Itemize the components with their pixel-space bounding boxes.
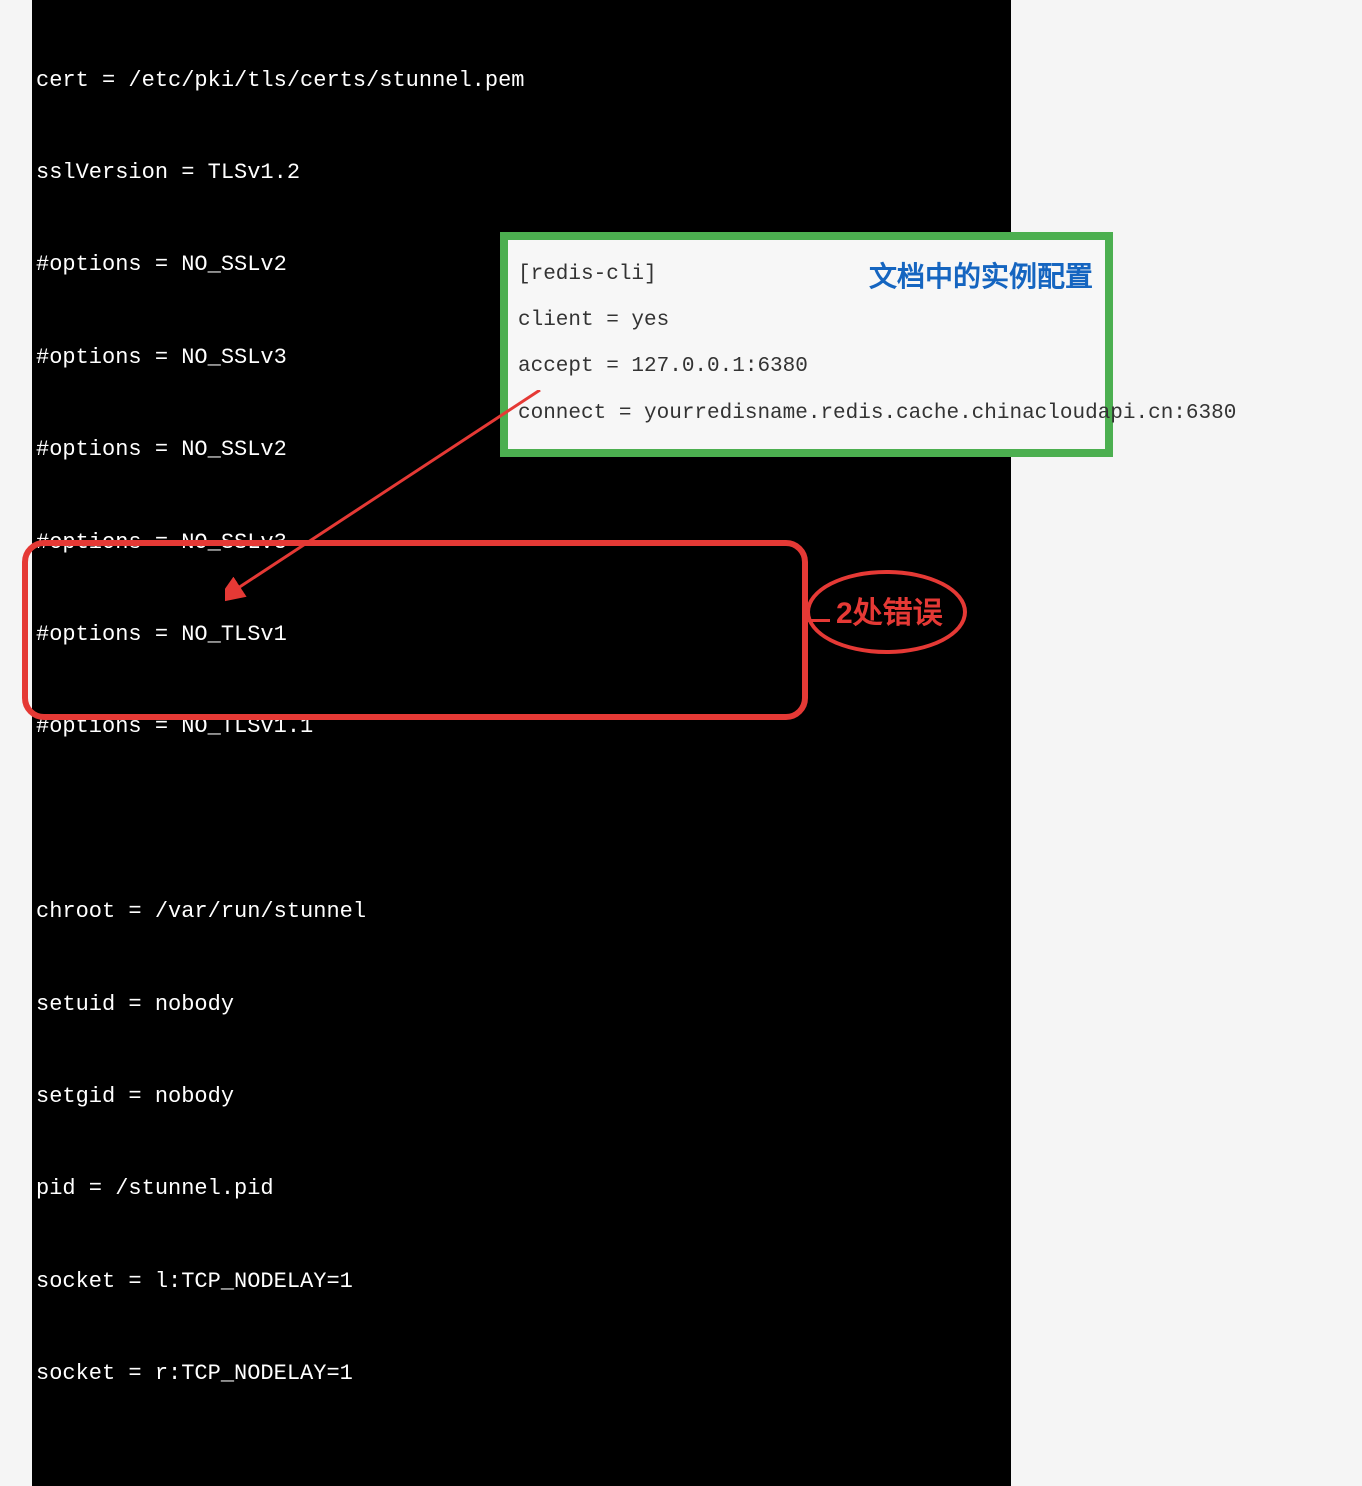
config-line: socket = l:TCP_NODELAY=1: [32, 1267, 1011, 1298]
config-line: sslVersion = TLSv1.2: [32, 158, 1011, 189]
config-blank: [32, 1451, 1011, 1482]
example-config-box: 文档中的实例配置 [redis-cli] client = yes accept…: [500, 232, 1113, 457]
config-line: setuid = nobody: [32, 990, 1011, 1021]
config-line: pid = /stunnel.pid: [32, 1174, 1011, 1205]
config-line: #options = NO_SSLv3: [32, 528, 1011, 559]
config-blank: [32, 805, 1011, 836]
error-label-container: 2处错误: [806, 570, 1016, 654]
example-title: 文档中的实例配置: [869, 246, 1093, 308]
config-line: #options = NO_TLSv1.1: [32, 712, 1011, 743]
terminal-window: cert = /etc/pki/tls/certs/stunnel.pem ss…: [32, 0, 1011, 1486]
config-line: setgid = nobody: [32, 1082, 1011, 1113]
config-line: cert = /etc/pki/tls/certs/stunnel.pem: [32, 66, 1011, 97]
error-bubble: 2处错误: [806, 570, 967, 654]
example-line: accept = 127.0.0.1:6380: [518, 344, 1095, 390]
config-line: chroot = /var/run/stunnel: [32, 897, 1011, 928]
example-line: connect = yourredisname.redis.cache.chin…: [518, 391, 1095, 437]
config-line: socket = r:TCP_NODELAY=1: [32, 1359, 1011, 1390]
error-count-text: 2处错误: [836, 597, 943, 630]
